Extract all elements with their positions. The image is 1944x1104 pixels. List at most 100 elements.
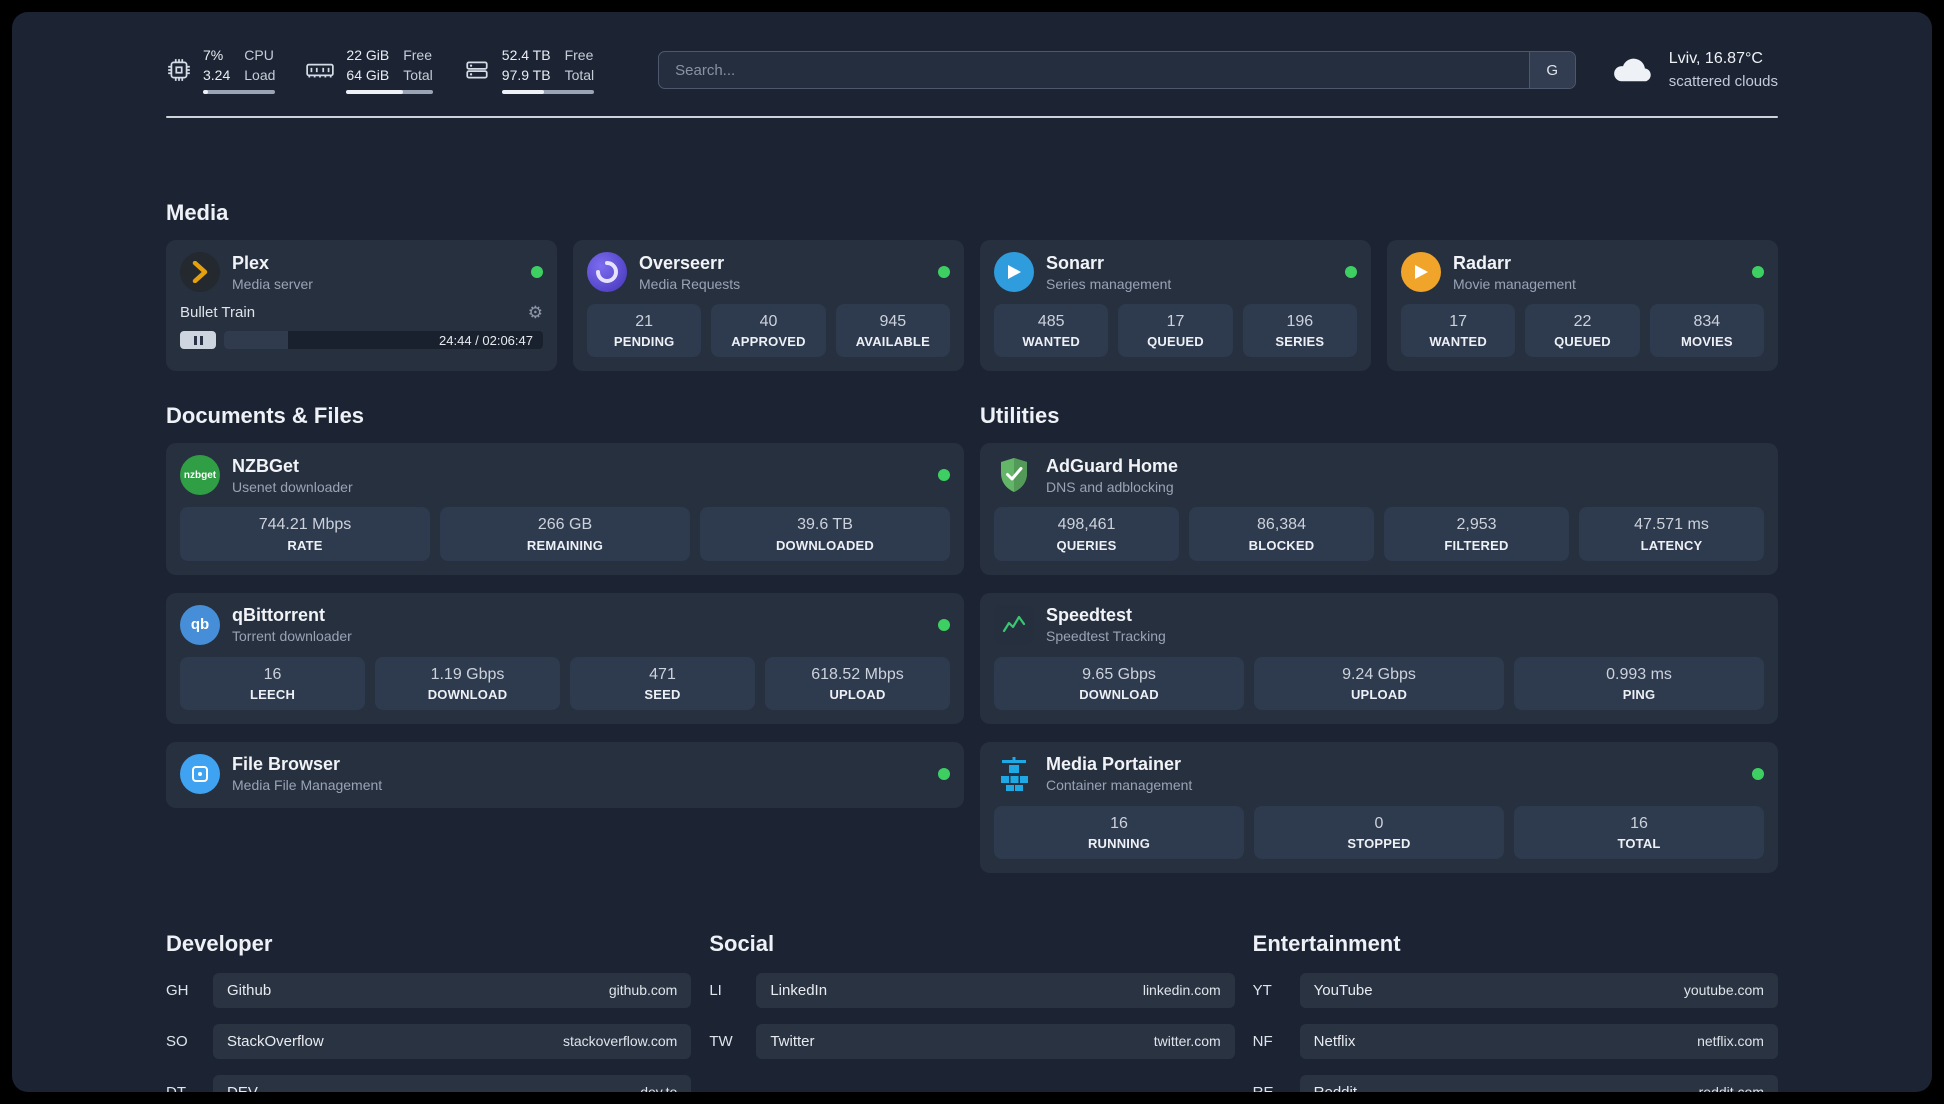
stat-value: 86,384 bbox=[1257, 516, 1306, 534]
bookmark-abbr: SO bbox=[166, 1032, 188, 1050]
weather-condition: scattered clouds bbox=[1668, 72, 1778, 90]
section-title-social: Social bbox=[709, 930, 775, 956]
disk-progress-bar bbox=[501, 90, 595, 95]
adguard-icon bbox=[994, 455, 1034, 495]
card-subtitle: Movie management bbox=[1453, 275, 1576, 292]
stat-label: DOWNLOAD bbox=[427, 686, 508, 702]
stat-box: 47.571 ms LATENCY bbox=[1579, 507, 1764, 561]
bookmark-abbr: RE bbox=[1253, 1084, 1289, 1092]
bookmark-github[interactable]: GH Github github.com bbox=[166, 972, 692, 1008]
stat-value: 47.571 ms bbox=[1634, 516, 1709, 534]
stat-value: 834 bbox=[1693, 313, 1721, 331]
section-title-developer: Developer bbox=[166, 930, 273, 956]
sonarr-icon bbox=[994, 252, 1034, 293]
card-title: Sonarr bbox=[1046, 252, 1105, 273]
bookmark-netflix[interactable]: NF Netflix netflix.com bbox=[1252, 1023, 1778, 1059]
card-overseerr[interactable]: Overseerr Media Requests 21 PENDING 40 A… bbox=[573, 240, 964, 372]
bookmark-reddit[interactable]: RE Reddit reddit.com bbox=[1253, 1074, 1778, 1092]
stat-value: 485 bbox=[1037, 313, 1065, 331]
search-input[interactable] bbox=[659, 52, 1529, 89]
stat-box: 266 GB REMAINING bbox=[440, 507, 690, 561]
status-badge bbox=[1752, 266, 1764, 279]
bookmark-stackoverflow[interactable]: SO StackOverflow stackoverflow.com bbox=[166, 1023, 692, 1059]
stat-label: REMAINING bbox=[526, 537, 604, 553]
stat-box: 498,461 QUERIES bbox=[994, 507, 1179, 561]
memory-total: 64 GiB bbox=[346, 66, 390, 83]
bookmark-abbr: TW bbox=[709, 1032, 733, 1050]
status-badge bbox=[938, 618, 950, 631]
card-title: Plex bbox=[232, 252, 270, 273]
section-title-documents: Documents & Files bbox=[166, 403, 365, 429]
bookmark-abbr: GH bbox=[166, 981, 189, 999]
stat-box: 834 MOVIES bbox=[1649, 304, 1764, 358]
card-nzbget[interactable]: nzbget NZBGet Usenet downloader 744.21 M… bbox=[166, 443, 964, 575]
card-speedtest[interactable]: Speedtest Speedtest Tracking 9.65 Gbps D… bbox=[980, 592, 1778, 724]
stat-box: 9.24 Gbps UPLOAD bbox=[1254, 656, 1504, 710]
stat-label: LEECH bbox=[249, 686, 296, 702]
card-title: NZBGet bbox=[232, 455, 299, 476]
cpu-widget: 7% 3.24 CPU Load bbox=[166, 46, 276, 95]
search-bar: G bbox=[658, 51, 1576, 90]
stat-label: DOWNLOADED bbox=[775, 537, 875, 553]
dashboard-panel: 7% 3.24 CPU Load 22 GiB 64 GiB Free Tota… bbox=[12, 12, 1932, 1092]
stat-value: 9.65 Gbps bbox=[1082, 665, 1156, 683]
stat-label: LATENCY bbox=[1640, 537, 1703, 553]
stat-value: 196 bbox=[1286, 313, 1314, 331]
status-badge bbox=[938, 767, 950, 780]
social-column: Social LI LinkedIn linkedin.com TW Twitt… bbox=[709, 930, 1235, 1092]
status-badge bbox=[938, 266, 950, 279]
status-badge bbox=[531, 266, 543, 279]
disk-total: 97.9 TB bbox=[501, 66, 551, 83]
bookmark-youtube[interactable]: YT YouTube youtube.com bbox=[1253, 972, 1778, 1008]
stat-label: UPLOAD bbox=[1350, 686, 1408, 702]
stat-box: 17 WANTED bbox=[1401, 304, 1516, 358]
stat-box: 2,953 FILTERED bbox=[1384, 507, 1569, 561]
bookmark-abbr: NF bbox=[1252, 1032, 1273, 1050]
bookmark-twitter[interactable]: TW Twitter twitter.com bbox=[709, 1023, 1235, 1059]
stat-box: 17 QUEUED bbox=[1118, 304, 1233, 358]
bookmark-name: YouTube bbox=[1313, 981, 1373, 999]
card-title: AdGuard Home bbox=[1046, 455, 1179, 476]
pause-button[interactable] bbox=[180, 331, 216, 350]
stat-label: AVAILABLE bbox=[855, 334, 930, 350]
cpu-label-2: Load bbox=[244, 66, 276, 83]
playback-progress-bar[interactable]: 24:44 / 02:06:47 bbox=[224, 331, 543, 350]
stat-box: 9.65 Gbps DOWNLOAD bbox=[994, 656, 1244, 710]
bookmark-linkedin[interactable]: LI LinkedIn linkedin.com bbox=[709, 972, 1235, 1008]
bookmark-dev[interactable]: DT DEV dev.to bbox=[166, 1074, 692, 1092]
card-portainer[interactable]: Media Portainer Container management 16 … bbox=[980, 741, 1778, 873]
plex-icon bbox=[180, 252, 220, 293]
card-radarr[interactable]: Radarr Movie management 17 WANTED 22 QUE… bbox=[1387, 240, 1778, 372]
stat-value: 0.993 ms bbox=[1606, 665, 1672, 683]
card-filebrowser[interactable]: File Browser Media File Management bbox=[166, 741, 964, 808]
stat-label: RUNNING bbox=[1087, 835, 1151, 851]
section-title-media: Media bbox=[166, 200, 229, 226]
search-engine-button[interactable]: G bbox=[1528, 52, 1575, 89]
stat-label: APPROVED bbox=[731, 334, 806, 350]
stat-label: STOPPED bbox=[1347, 835, 1411, 851]
card-sonarr[interactable]: Sonarr Series management 485 WANTED 17 Q… bbox=[980, 240, 1371, 372]
stat-value: 16 bbox=[1630, 814, 1648, 832]
stat-label: UPLOAD bbox=[829, 686, 886, 702]
bookmark-name: DEV bbox=[227, 1084, 258, 1092]
stat-value: 39.6 TB bbox=[797, 516, 853, 534]
card-qbittorrent[interactable]: qb qBittorrent Torrent downloader 16 LEE… bbox=[166, 592, 964, 724]
stat-box: 0 STOPPED bbox=[1254, 805, 1504, 859]
stat-box: 196 SERIES bbox=[1242, 304, 1357, 358]
status-badge bbox=[1345, 266, 1357, 279]
card-title: Radarr bbox=[1453, 252, 1512, 273]
stat-value: 17 bbox=[1166, 313, 1185, 331]
stat-box: 22 QUEUED bbox=[1525, 304, 1640, 358]
section-title-utilities: Utilities bbox=[980, 403, 1060, 429]
card-subtitle: Torrent downloader bbox=[232, 628, 352, 645]
gear-icon[interactable]: ⚙ bbox=[528, 304, 543, 321]
stat-label: MOVIES bbox=[1680, 334, 1733, 350]
card-adguard[interactable]: AdGuard Home DNS and adblocking 498,461 … bbox=[980, 443, 1778, 575]
memory-free: 22 GiB bbox=[346, 47, 390, 63]
stat-value: 471 bbox=[649, 665, 676, 683]
card-plex[interactable]: Plex Media server Bullet Train ⚙ 24:44 /… bbox=[166, 240, 557, 372]
stat-value: 17 bbox=[1449, 313, 1468, 331]
stat-box: 40 APPROVED bbox=[711, 304, 826, 358]
filebrowser-icon bbox=[180, 753, 220, 794]
stat-box: 21 PENDING bbox=[587, 304, 702, 358]
